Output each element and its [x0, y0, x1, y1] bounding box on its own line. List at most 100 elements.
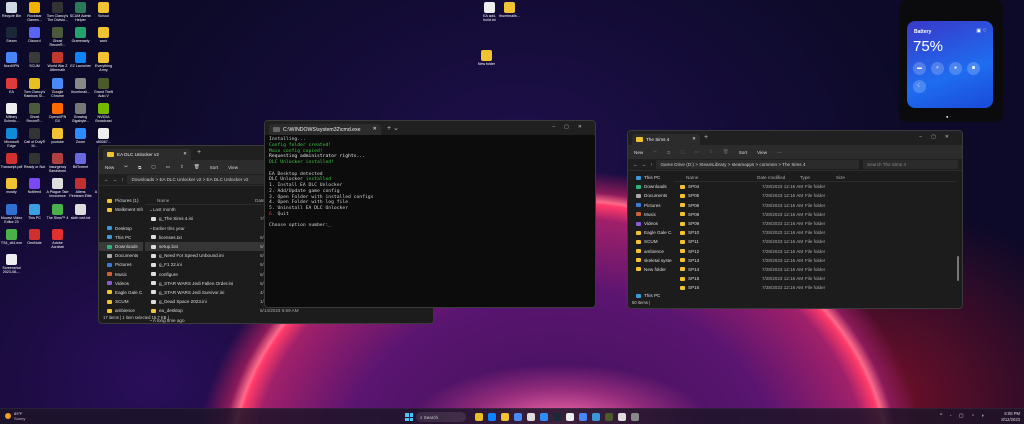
column-name[interactable]: Name: [145, 198, 255, 203]
taskbar-app-icon[interactable]: [553, 413, 561, 421]
folder-row[interactable]: SP10 7/28/2023 12:16 AM File folder: [674, 228, 956, 237]
page-indicator[interactable]: ● ·: [946, 114, 951, 119]
desktop-icon-thumbnails[interactable]: thumbnails...: [498, 0, 521, 18]
delete-icon[interactable]: 🗑: [723, 149, 729, 155]
taskbar-app-icon[interactable]: [540, 413, 548, 421]
new-tab-button[interactable]: + ⌄: [387, 124, 399, 132]
forward-icon[interactable]: →: [113, 177, 118, 182]
desktop-icon[interactable]: Insurgency Sandstorm: [46, 151, 69, 173]
sidebar-item[interactable]: Music: [99, 270, 143, 279]
desktop-icon[interactable]: World War Z Aftermath: [46, 50, 69, 72]
desktop-icon[interactable]: Grand Theft Auto V: [92, 76, 115, 98]
close-tab-icon[interactable]: ✕: [183, 151, 187, 157]
taskbar-app-icon[interactable]: [618, 413, 626, 421]
close-tab-icon[interactable]: ✕: [692, 136, 696, 142]
sort-button[interactable]: Sort: [739, 150, 747, 155]
folder-row[interactable]: SP12 7/28/2023 12:16 AM File folder: [674, 247, 956, 256]
window-controls[interactable]: –▢✕: [919, 134, 958, 140]
sidebar-item[interactable]: Downloads: [99, 241, 143, 252]
folder-row[interactable]: SP05 7/28/2023 12:16 AM File folder: [674, 191, 956, 200]
taskbar-app-icon[interactable]: [527, 413, 535, 421]
tab-the-sims-4[interactable]: The Sims 4 ✕: [632, 134, 700, 145]
desktop-icon[interactable]: Growing Gigabyte...: [69, 101, 92, 123]
taskbar-app-icon[interactable]: [501, 413, 509, 421]
desktop-icon[interactable]: Adobe Acrobat: [46, 227, 69, 249]
view-button[interactable]: View: [228, 165, 238, 170]
weather-widget[interactable]: 89°F Sunny: [14, 411, 25, 421]
desktop-icon[interactable]: EZ Launcher: [69, 50, 92, 68]
taskbar-app-icon[interactable]: [488, 413, 496, 421]
taskbar-app-icon[interactable]: [514, 413, 522, 421]
camera-icon[interactable]: ◙: [967, 62, 980, 75]
desktop-icon[interactable]: Steam: [0, 25, 23, 43]
desktop-icon[interactable]: EA: [0, 76, 23, 94]
tab-ea-dlc-unlocker[interactable]: EA DLC Unlocker v2 ✕: [103, 149, 191, 160]
desktop-icon[interactable]: Zoom: [69, 126, 92, 144]
desktop-icon[interactable]: Google Chrome: [46, 76, 69, 98]
folder-row[interactable]: SP11 7/28/2023 12:16 AM File folder: [674, 237, 956, 246]
do-not-disturb-icon[interactable]: ☾: [913, 80, 926, 93]
new-tab-button[interactable]: +: [704, 134, 708, 141]
taskbar-app-icon[interactable]: [475, 413, 483, 421]
taskbar-app-icon[interactable]: [592, 413, 600, 421]
cut-icon[interactable]: ✂: [653, 149, 657, 155]
copy-icon[interactable]: ⧉: [667, 150, 670, 155]
sidebar-item[interactable]: Pictures (1): [99, 196, 143, 205]
column-size[interactable]: Size: [836, 175, 845, 180]
desktop-icon[interactable]: A Plague Tale Innocence: [46, 176, 69, 198]
flashlight-icon[interactable]: ✧: [931, 62, 944, 75]
address-bar[interactable]: Game Drive (D:) > SteamLibrary > steamap…: [656, 160, 859, 169]
taskbar-app-icon[interactable]: [566, 413, 574, 421]
desktop-icon[interactable]: mostly: [0, 176, 23, 194]
back-icon[interactable]: ←: [633, 162, 638, 167]
folder-row[interactable]: SP14 7/28/2023 12:16 AM File folder: [674, 265, 956, 274]
sidebar-item[interactable]: Walkment Info: [99, 205, 143, 214]
taskbar-app-icon[interactable]: [579, 413, 587, 421]
new-tab-button[interactable]: +: [197, 149, 201, 156]
desktop-icon[interactable]: Ghost Recon®...: [46, 25, 69, 47]
sort-button[interactable]: Sort: [210, 165, 218, 170]
folder-row[interactable]: SP08 7/28/2023 12:16 AM File folder: [674, 210, 956, 219]
sidebar-item[interactable]: Videos: [628, 219, 672, 228]
terminal-output[interactable]: Installing... Config folder created! Main …: [265, 135, 595, 231]
sidebar-item[interactable]: Eagle Gale C...: [99, 288, 143, 297]
desktop-icon[interactable]: Aliens Fireteam Elite: [69, 176, 92, 198]
desktop-icon[interactable]: BitTorrent: [69, 151, 92, 169]
close-tab-icon[interactable]: ✕: [373, 126, 377, 132]
column-type[interactable]: Type: [800, 175, 836, 180]
sidebar-item[interactable]: Downloads: [628, 182, 672, 191]
desktop-icon[interactable]: sloth cert.txt: [69, 202, 92, 220]
forward-icon[interactable]: →: [642, 162, 647, 167]
folder-row[interactable]: SP16 7/28/2023 12:16 AM File folder: [674, 283, 956, 292]
sidebar-item-this-pc[interactable]: This PC: [628, 291, 660, 300]
desktop-icon[interactable]: thumbnail...: [69, 76, 92, 94]
tab-cmd[interactable]: C:\WINDOWS\system32\cmd.exe ✕: [269, 124, 381, 135]
desktop-icon[interactable]: NVIDIA Broadcast: [92, 101, 115, 123]
window-controls[interactable]: –▢✕: [552, 124, 591, 130]
sidebar-item[interactable]: Music: [628, 210, 672, 219]
sidebar-item[interactable]: SCUM: [99, 297, 143, 306]
sidebar-item[interactable]: Documents: [99, 251, 143, 260]
desktop-icon[interactable]: OneNote: [23, 227, 46, 245]
desktop-icon[interactable]: Movavi Video Editor 23: [0, 202, 23, 224]
up-icon[interactable]: ↑: [121, 177, 123, 182]
desktop-icon[interactable]: Everything Army: [92, 50, 115, 72]
desktop-icon[interactable]: Microsoft Edge: [0, 126, 23, 148]
weather-sun-icon[interactable]: [5, 413, 11, 419]
folder-row[interactable]: SP13 7/28/2023 12:16 AM File folder: [674, 256, 956, 265]
desktop-icon[interactable]: Ready or Not: [23, 151, 46, 169]
sidebar-item[interactable]: Pictures: [99, 260, 143, 269]
folder-row[interactable]: SP04 7/28/2023 12:16 AM File folder: [674, 182, 956, 191]
desktop-icon[interactable]: Ghost Recon®...: [23, 101, 46, 123]
desktop-icon[interactable]: OperaVPN GX: [46, 101, 69, 123]
paste-icon[interactable]: ▢: [680, 149, 684, 155]
folder-row[interactable]: SP15 7/28/2023 12:16 AM File folder: [674, 274, 956, 283]
search-box[interactable]: ⌕ Search: [416, 412, 466, 422]
desktop-icon[interactable]: School: [92, 0, 115, 18]
copy-icon[interactable]: ⧉: [138, 165, 141, 170]
desktop-icon[interactable]: Call of Duty® M...: [23, 126, 46, 148]
desktop-icon[interactable]: Discord: [23, 25, 46, 43]
sidebar-item[interactable]: SCUM: [628, 237, 672, 246]
sidebar-item[interactable]: [99, 214, 143, 223]
paste-icon[interactable]: ▢: [151, 164, 155, 170]
